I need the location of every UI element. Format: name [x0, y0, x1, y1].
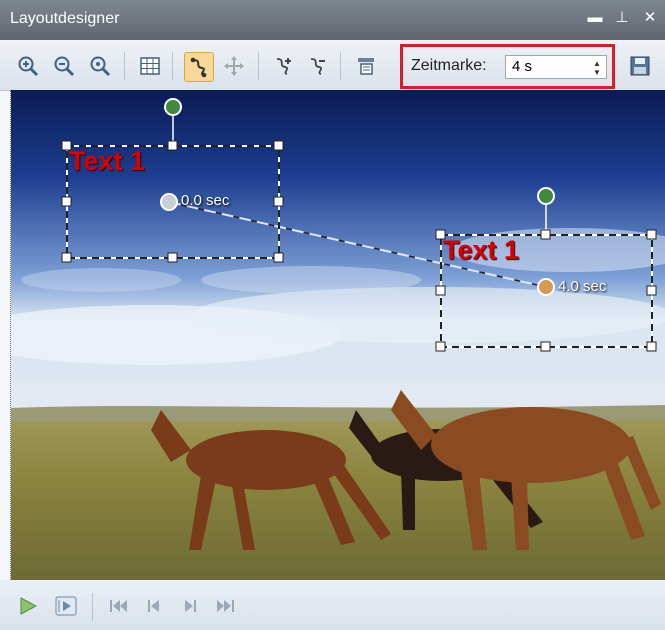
play-frame-icon[interactable]: [52, 593, 80, 619]
zeitmarke-highlight: Zeitmarke: 4 s ▲ ▼: [400, 44, 615, 89]
keyframe-start-time: 0.0 sec: [181, 192, 230, 209]
motion-path-icon[interactable]: [184, 52, 214, 82]
resize-handle: [61, 196, 72, 207]
zoom-in-icon[interactable]: [14, 52, 42, 80]
playback-bar: [0, 580, 665, 630]
layout-canvas[interactable]: Text 1 0.0 sec Text 1 4.0 sec: [10, 90, 665, 580]
rotate-handle-icon: [164, 98, 182, 116]
toolbar-separator: [172, 52, 173, 80]
resize-handle: [646, 341, 657, 352]
step-back-icon[interactable]: [140, 593, 168, 619]
close-icon[interactable]: ✕: [640, 8, 660, 28]
spin-down-icon[interactable]: ▼: [592, 68, 602, 77]
save-icon[interactable]: [626, 52, 654, 80]
toolbar-separator: [124, 52, 125, 80]
grid-icon[interactable]: [136, 52, 164, 80]
text-object-start-frame: [61, 98, 284, 263]
rotate-handle-icon: [537, 187, 555, 205]
zeitmarke-input[interactable]: 4 s ▲ ▼: [505, 55, 607, 79]
keyframe-start-icon: [160, 193, 178, 211]
resize-handle: [273, 252, 284, 263]
keyframe-end-time: 4.0 sec: [558, 278, 607, 295]
resize-handle: [435, 341, 446, 352]
resize-handle: [540, 229, 551, 240]
minimize-icon[interactable]: ▬: [585, 8, 605, 28]
playback-separator: [92, 593, 93, 621]
resize-handle: [273, 140, 284, 151]
text-object-end[interactable]: Text 1: [443, 235, 519, 266]
window-title: Layoutdesigner: [10, 10, 120, 27]
spin-up-icon[interactable]: ▲: [592, 59, 602, 68]
remove-keyframe-icon[interactable]: [304, 52, 332, 80]
skip-start-icon[interactable]: [104, 593, 132, 619]
zoom-out-icon[interactable]: [50, 52, 78, 80]
text-object-start[interactable]: Text 1: [69, 146, 145, 177]
skip-end-icon[interactable]: [212, 593, 240, 619]
resize-handle: [61, 252, 72, 263]
resize-handle: [273, 196, 284, 207]
move-icon[interactable]: [220, 52, 248, 80]
step-forward-icon[interactable]: [176, 593, 204, 619]
toolbar-separator: [258, 52, 259, 80]
zeitmarke-label: Zeitmarke:: [411, 57, 487, 74]
resize-handle: [646, 229, 657, 240]
align-icon[interactable]: [352, 52, 380, 80]
keyframe-end-icon: [537, 278, 555, 296]
resize-handle: [646, 285, 657, 296]
resize-handle: [435, 285, 446, 296]
zeitmarke-value: 4 s: [512, 58, 533, 75]
pin-icon[interactable]: ⊥: [612, 8, 632, 28]
play-icon[interactable]: [14, 593, 42, 619]
title-bar: Layoutdesigner ▬ ⊥ ✕: [0, 0, 665, 40]
add-keyframe-icon[interactable]: [270, 52, 298, 80]
resize-handle: [167, 140, 178, 151]
toolbar-separator: [340, 52, 341, 80]
resize-handle: [167, 252, 178, 263]
zoom-reset-icon[interactable]: [86, 52, 114, 80]
resize-handle: [540, 341, 551, 352]
